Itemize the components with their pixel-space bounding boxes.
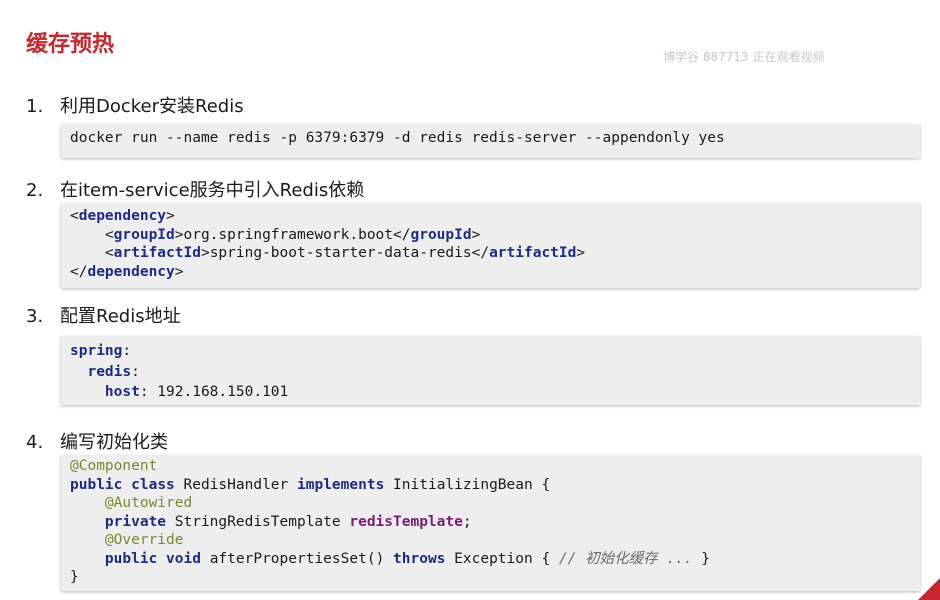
step-label: 利用Docker安装Redis bbox=[60, 96, 244, 117]
code-block-dependency: <dependency> <groupId>org.springframewor… bbox=[61, 203, 920, 288]
code-line: <dependency> bbox=[70, 208, 175, 224]
code-line: <artifactId>spring-boot-starter-data-red… bbox=[104, 245, 586, 261]
code-block-yaml: spring: redis: host: 192.168.150.101 bbox=[61, 336, 920, 405]
step-4: 4. 编写初始化类 bbox=[26, 428, 168, 454]
step-number: 4. bbox=[26, 432, 44, 453]
step-number: 3. bbox=[26, 306, 44, 327]
step-number: 1. bbox=[26, 96, 44, 117]
corner-decoration bbox=[918, 578, 940, 600]
step-label: 在item-service服务中引入Redis依赖 bbox=[60, 180, 365, 201]
code-line: public void afterPropertiesSet() throws … bbox=[104, 550, 710, 567]
code-line: host: 192.168.150.101 bbox=[104, 384, 289, 400]
code-line: redis: bbox=[87, 363, 140, 380]
code-line: @Autowired bbox=[104, 495, 193, 511]
step-3: 3. 配置Redis地址 bbox=[26, 302, 181, 328]
step-1: 1. 利用Docker安装Redis bbox=[26, 92, 244, 118]
step-number: 2. bbox=[26, 180, 44, 201]
code-line: </dependency> bbox=[70, 263, 184, 280]
slide-title: 缓存预热 bbox=[26, 32, 115, 57]
step-label: 编写初始化类 bbox=[60, 432, 168, 453]
code-line: private StringRedisTemplate redisTemplat… bbox=[104, 513, 472, 530]
code-line: } bbox=[70, 569, 79, 585]
code-block-java: @Component public class RedisHandler impl… bbox=[61, 455, 920, 591]
step-label: 配置Redis地址 bbox=[60, 306, 181, 327]
code-line: public class RedisHandler implements Ini… bbox=[70, 476, 551, 493]
code-line: @Override bbox=[104, 532, 184, 548]
step-2: 2. 在item-service服务中引入Redis依赖 bbox=[26, 176, 364, 202]
watermark: 博学谷 887713 正在观看视频 bbox=[663, 50, 825, 64]
code-line: <groupId>org.springframework.boot</group… bbox=[104, 226, 481, 243]
code-line: docker run --name redis -p 6379:6379 -d … bbox=[70, 130, 725, 146]
code-line: @Component bbox=[70, 458, 158, 474]
code-line: spring: bbox=[70, 343, 132, 359]
code-block-docker: docker run --name redis -p 6379:6379 -d … bbox=[61, 124, 920, 158]
